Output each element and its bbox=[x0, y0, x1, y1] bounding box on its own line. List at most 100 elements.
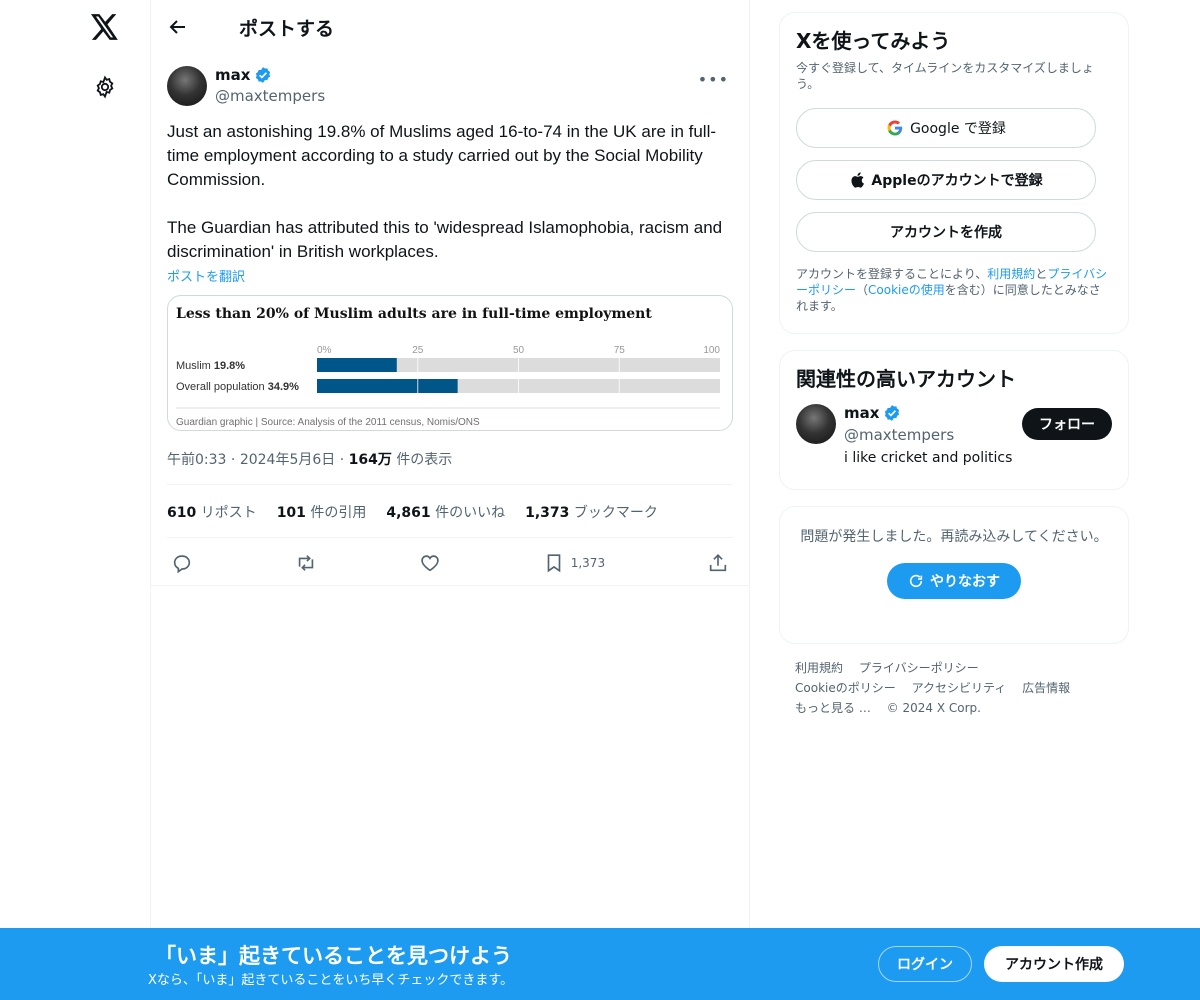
post-media-chart[interactable]: Less than 20% of Muslim adults are in fu… bbox=[167, 295, 733, 431]
signup-banner: 「いま」起きていることを見つけよう Xなら、「いま」起きていることをいち早くチェ… bbox=[0, 928, 1200, 1000]
main-column: ポストする max @maxtempers ••• Just an astoni… bbox=[150, 0, 750, 1000]
footer-link[interactable]: 広告情報 bbox=[1022, 681, 1070, 695]
apple-logo-icon bbox=[851, 172, 865, 188]
bookmark-count: 1,373 bbox=[570, 556, 606, 570]
signup-button[interactable]: アカウント作成 bbox=[984, 946, 1124, 982]
apple-signup-label: Appleのアカウントで登録 bbox=[871, 173, 1043, 189]
follow-button[interactable]: フォロー bbox=[1022, 408, 1112, 440]
author-name-text: max bbox=[215, 66, 251, 84]
signup-card: Xを使ってみよう 今すぐ登録して、タイムラインをカスタマイズしましょう。 Goo… bbox=[779, 12, 1129, 334]
post-meta: 午前0:33 · 2024年5月6日 · 164万 件の表示 bbox=[167, 452, 453, 468]
bookmarks-count: 1,373 bbox=[525, 505, 570, 521]
avatar[interactable] bbox=[167, 66, 207, 106]
cookie-link[interactable]: Cookieの使用 bbox=[868, 283, 945, 297]
chart-source: Guardian graphic | Source: Analysis of t… bbox=[176, 417, 480, 428]
terms-link[interactable]: 利用規約 bbox=[987, 267, 1035, 281]
back-arrow-icon[interactable] bbox=[167, 16, 189, 38]
chart-svg: Less than 20% of Muslim adults are in fu… bbox=[176, 306, 720, 428]
legal-notice: アカウントを登録することにより、利用規約とプライバシーポリシー（Cookieの使… bbox=[796, 266, 1112, 314]
apple-signup-button[interactable]: Appleのアカウントで登録 bbox=[796, 160, 1096, 200]
google-logo-icon bbox=[887, 120, 903, 136]
footer-link[interactable]: アクセシビリティ bbox=[912, 681, 1007, 695]
chart-value-label: 34.9% bbox=[268, 381, 299, 393]
chart-category-label: Overall population 34.9% bbox=[176, 381, 299, 393]
signup-title: Xを使ってみよう bbox=[796, 29, 951, 53]
author-name[interactable]: max bbox=[215, 66, 272, 84]
more-options-icon[interactable]: ••• bbox=[698, 70, 729, 89]
footer-link[interactable]: Cookieのポリシー bbox=[795, 681, 896, 695]
post-author: max @maxtempers ••• bbox=[167, 64, 733, 108]
verified-badge-icon bbox=[256, 67, 271, 83]
footer-link[interactable]: 利用規約 bbox=[795, 661, 843, 675]
right-sidebar: Xを使ってみよう 今すぐ登録して、タイムラインをカスタマイズしましょう。 Goo… bbox=[779, 12, 1129, 732]
bookmarks-label: ブックマーク bbox=[573, 505, 658, 521]
chart-category-name: Muslim bbox=[176, 360, 214, 372]
quotes-stat[interactable]: 101 件の引用 bbox=[277, 502, 367, 522]
reply-button[interactable] bbox=[171, 552, 193, 574]
post-text: Just an astonishing 19.8% of Muslims age… bbox=[167, 120, 737, 264]
post-text-paragraph-1: Just an astonishing 19.8% of Muslims age… bbox=[167, 122, 717, 189]
repost-icon bbox=[298, 555, 314, 571]
divider bbox=[167, 484, 733, 485]
retry-label: やりなおす bbox=[930, 574, 1000, 590]
chart-category-label: Muslim 19.8% bbox=[176, 360, 245, 372]
share-button[interactable] bbox=[707, 552, 729, 574]
banner-subtitle: Xなら、「いま」起きていることをいち早くチェックできます。 bbox=[148, 973, 514, 988]
reply-icon bbox=[173, 555, 191, 574]
bookmarks-stat[interactable]: 1,373 ブックマーク bbox=[525, 502, 658, 522]
chart-tick-label: 25 bbox=[412, 345, 424, 356]
share-icon bbox=[709, 554, 727, 572]
views-label: 件の表示 bbox=[396, 452, 453, 468]
refresh-icon bbox=[909, 574, 923, 588]
related-user-bio: i like cricket and politics bbox=[844, 450, 1013, 466]
reposts-stat[interactable]: 610 リポスト bbox=[167, 502, 257, 522]
footer-link[interactable]: プライバシーポリシー bbox=[859, 661, 979, 675]
chart-title: Less than 20% of Muslim adults are in fu… bbox=[176, 306, 652, 322]
chart-value-label: 19.8% bbox=[214, 360, 245, 372]
post-time[interactable]: 午前0:33 bbox=[167, 452, 226, 468]
x-logo-icon[interactable] bbox=[88, 10, 122, 44]
reposts-label: リポスト bbox=[200, 505, 257, 521]
author-handle[interactable]: @maxtempers bbox=[215, 87, 325, 105]
likes-stat[interactable]: 4,861 件のいいね bbox=[386, 502, 505, 522]
related-user-name[interactable]: max bbox=[844, 404, 901, 422]
bookmark-icon bbox=[547, 554, 561, 573]
repost-button[interactable] bbox=[295, 552, 317, 574]
google-signup-button[interactable]: Google で登録 bbox=[796, 108, 1096, 148]
topbar: ポストする bbox=[151, 0, 749, 54]
error-card: 問題が発生しました。再読み込みしてください。 やりなおす bbox=[779, 506, 1129, 644]
views-count: 164万 bbox=[348, 452, 392, 468]
legal-text: （ bbox=[856, 283, 869, 297]
create-account-button[interactable]: アカウントを作成 bbox=[796, 212, 1096, 252]
quotes-count: 101 bbox=[276, 505, 306, 521]
related-user[interactable]: max @maxtempers i like cricket and polit… bbox=[796, 404, 1112, 478]
footer-links: 利用規約 プライバシーポリシー Cookieのポリシー アクセシビリティ 広告情… bbox=[779, 644, 1129, 732]
related-user-handle[interactable]: @maxtempers bbox=[844, 426, 954, 444]
translate-post-link[interactable]: ポストを翻訳 bbox=[167, 266, 245, 285]
avatar[interactable] bbox=[796, 404, 836, 444]
retry-button[interactable]: やりなおす bbox=[887, 563, 1021, 599]
post-stats: 610 リポスト 101 件の引用 4,861 件のいいね 1,373 ブックマ… bbox=[167, 502, 658, 522]
chart-tick-label: 75 bbox=[614, 345, 626, 356]
related-user-name-text: max bbox=[844, 404, 880, 422]
post-actions: 1,373 bbox=[167, 548, 733, 578]
likes-count: 4,861 bbox=[386, 505, 431, 521]
post-text-paragraph-2: The Guardian has attributed this to 'wid… bbox=[167, 218, 727, 261]
chart-tick-label: 0% bbox=[317, 345, 332, 356]
divider bbox=[151, 585, 749, 586]
chart-category-name: Overall population bbox=[176, 381, 268, 393]
like-button[interactable] bbox=[419, 552, 441, 574]
bookmark-button[interactable]: 1,373 bbox=[543, 552, 605, 574]
footer-more-link[interactable]: もっと見る … bbox=[795, 701, 871, 715]
login-button[interactable]: ログイン bbox=[878, 946, 972, 982]
post-date[interactable]: 2024年5月6日 bbox=[240, 452, 335, 468]
copyright: © 2024 X Corp. bbox=[886, 701, 981, 715]
chart-bar bbox=[317, 358, 397, 372]
create-account-label: アカウントを作成 bbox=[890, 225, 1002, 241]
error-message: 問題が発生しました。再読み込みしてください。 bbox=[800, 529, 1108, 545]
google-signup-label: Google で登録 bbox=[910, 121, 1006, 137]
verified-badge-icon bbox=[885, 405, 900, 421]
gear-icon[interactable] bbox=[88, 70, 122, 104]
chart-tick-label: 100 bbox=[703, 345, 720, 356]
related-title: 関連性の高いアカウント bbox=[796, 367, 1016, 391]
